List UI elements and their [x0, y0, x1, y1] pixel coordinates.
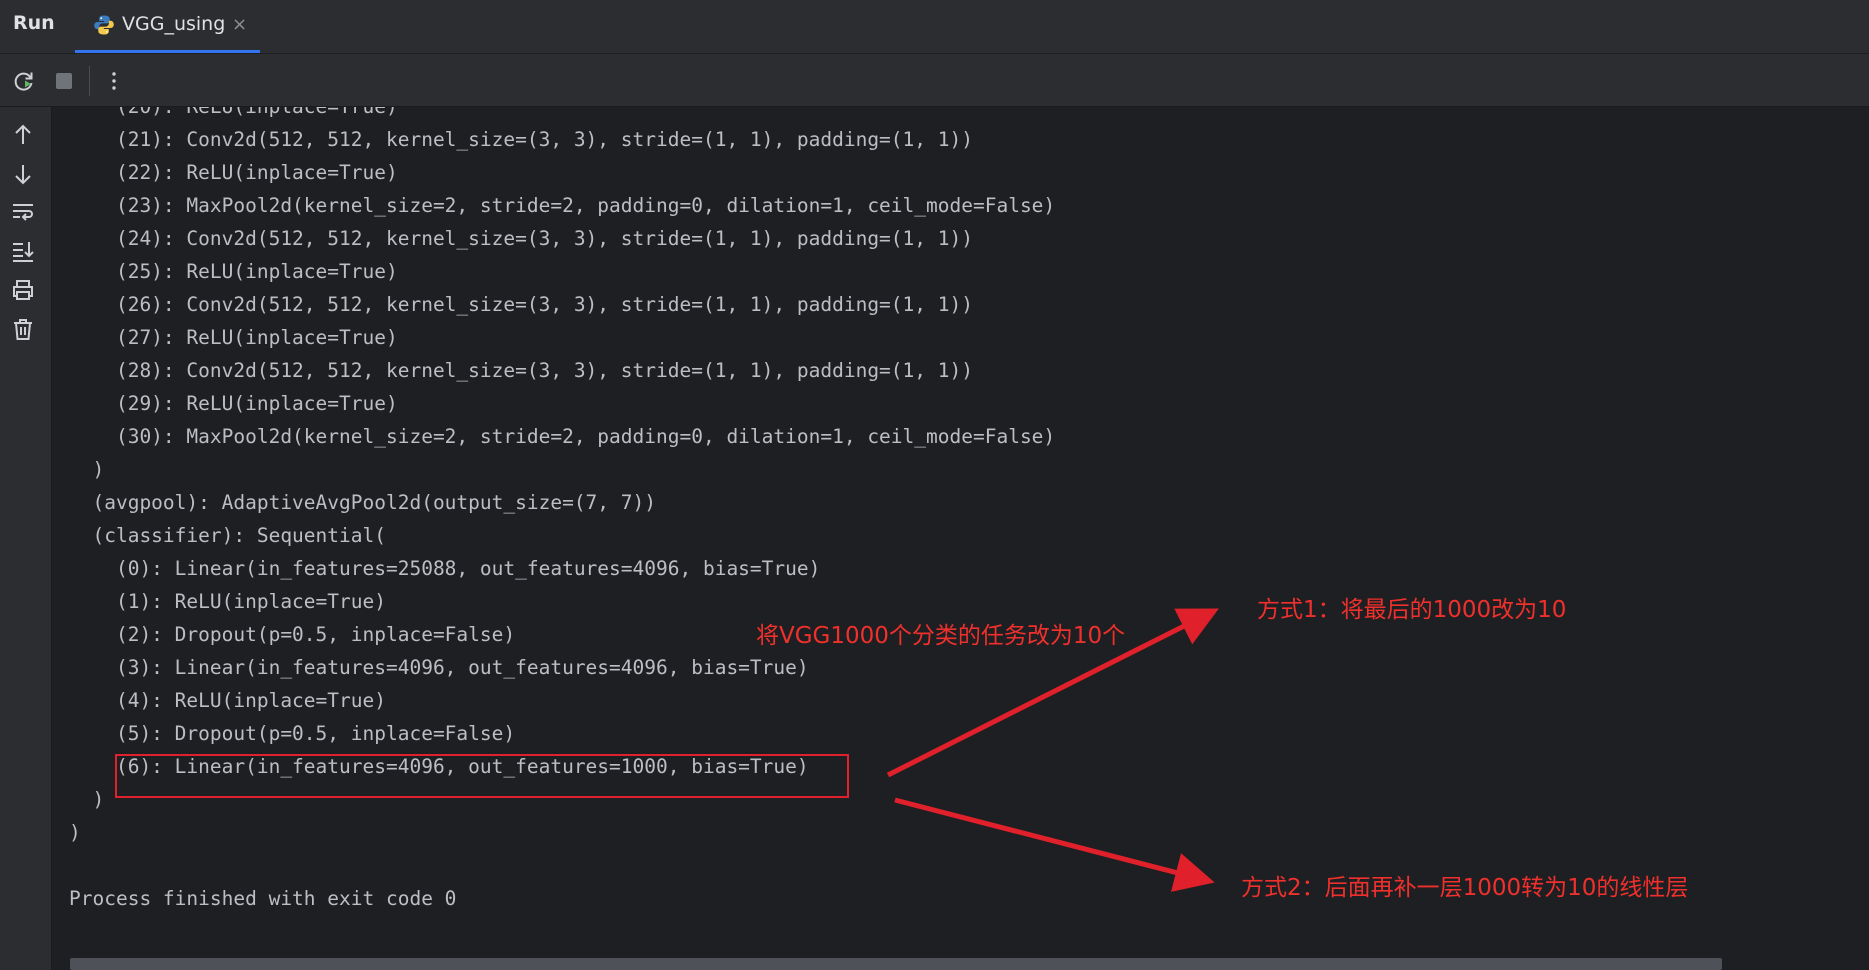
annotation-center: 将VGG1000个分类的任务改为10个 — [756, 623, 1126, 649]
console-line: ) — [69, 821, 81, 844]
stop-icon[interactable] — [51, 68, 77, 94]
trash-icon[interactable] — [10, 316, 36, 342]
console-line: (0): Linear(in_features=25088, out_featu… — [69, 557, 821, 580]
console-line: (20): ReLU(inplace=True) — [69, 107, 398, 119]
tab-bar: Run VGG_using × — [0, 0, 1869, 54]
console-line: (29): ReLU(inplace=True) — [69, 392, 398, 415]
annotation-option2: 方式2：后面再补一层1000转为10的线性层 — [1241, 875, 1689, 901]
tab-label: VGG_using — [122, 13, 226, 35]
console-line: (30): MaxPool2d(kernel_size=2, stride=2,… — [69, 425, 1056, 448]
console-line: (24): Conv2d(512, 512, kernel_size=(3, 3… — [69, 227, 973, 250]
annotation-option1: 方式1：将最后的1000改为10 — [1257, 597, 1567, 623]
highlight-box — [115, 754, 849, 798]
console-line: (23): MaxPool2d(kernel_size=2, stride=2,… — [69, 194, 1056, 217]
tab-vgg-using[interactable]: VGG_using × — [75, 0, 260, 53]
run-panel-title: Run — [13, 12, 55, 34]
arrow-up-icon[interactable] — [10, 122, 36, 148]
console-line: (26): Conv2d(512, 512, kernel_size=(3, 3… — [69, 293, 973, 316]
console-line: (classifier): Sequential( — [69, 524, 386, 547]
active-tab-indicator — [75, 50, 260, 53]
console-line: (27): ReLU(inplace=True) — [69, 326, 398, 349]
console-line: (25): ReLU(inplace=True) — [69, 260, 398, 283]
more-vertical-icon[interactable] — [101, 68, 127, 94]
console-line: (22): ReLU(inplace=True) — [69, 161, 398, 184]
close-icon[interactable]: × — [232, 14, 247, 35]
arrow-down-icon[interactable] — [10, 161, 36, 187]
console-line: (1): ReLU(inplace=True) — [69, 590, 386, 613]
console-line: (21): Conv2d(512, 512, kernel_size=(3, 3… — [69, 128, 973, 151]
console-output[interactable]: (20): ReLU(inplace=True) (21): Conv2d(51… — [52, 107, 1869, 947]
console-line: (3): Linear(in_features=4096, out_featur… — [69, 656, 809, 679]
console-line: (2): Dropout(p=0.5, inplace=False) — [69, 623, 516, 646]
console-line: (4): ReLU(inplace=True) — [69, 689, 386, 712]
console-line: ) — [69, 458, 105, 481]
python-icon — [93, 14, 115, 36]
console-line: (28): Conv2d(512, 512, kernel_size=(3, 3… — [69, 359, 973, 382]
process-exit-message: Process finished with exit code 0 — [69, 887, 457, 910]
console-line: (5): Dropout(p=0.5, inplace=False) — [69, 722, 516, 745]
console-side-toolbar — [0, 107, 52, 970]
horizontal-scrollbar-thumb[interactable] — [70, 958, 1722, 970]
run-tool-window: Run VGG_using × (21): Conv2d(512, 512, k… — [0, 0, 1869, 970]
rerun-icon[interactable] — [11, 68, 37, 94]
toolbar-divider — [89, 66, 90, 96]
console-line: ) — [69, 788, 105, 811]
run-toolbar — [0, 54, 1869, 107]
soft-wrap-icon[interactable] — [10, 199, 36, 225]
print-icon[interactable] — [10, 277, 36, 303]
scroll-to-end-icon[interactable] — [10, 238, 36, 264]
console-line: (avgpool): AdaptiveAvgPool2d(output_size… — [69, 491, 656, 514]
